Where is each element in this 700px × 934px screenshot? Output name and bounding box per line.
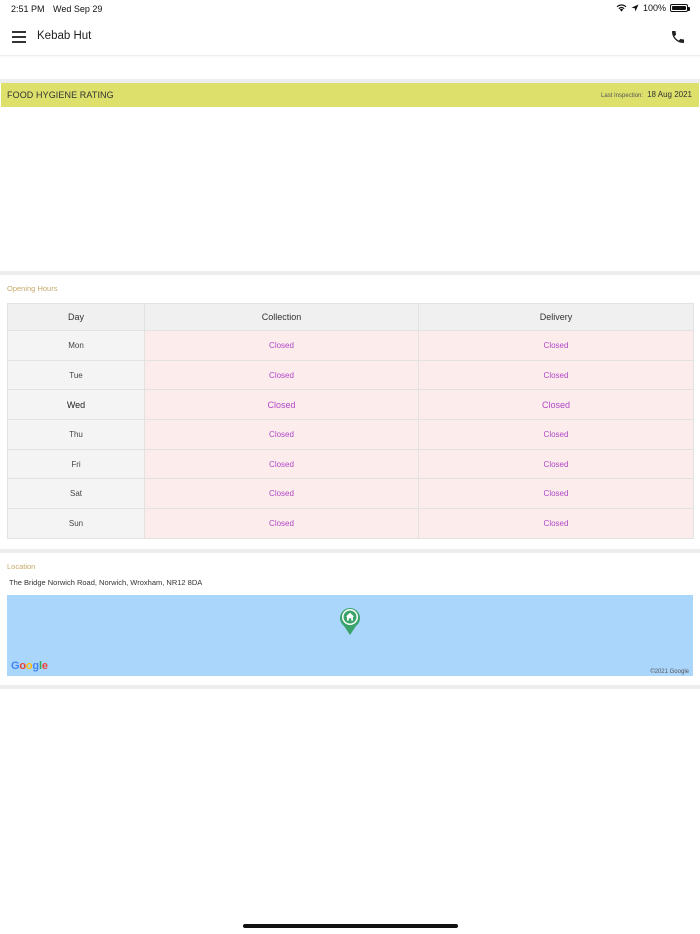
wifi-icon <box>616 4 627 12</box>
google-logo[interactable]: Google <box>11 660 48 672</box>
last-inspection-label: Last Inspection: <box>601 93 644 99</box>
battery-icon <box>670 4 690 12</box>
app-header: Kebab Hut <box>0 20 700 56</box>
day-cell: Thu <box>7 419 145 450</box>
delivery-cell: Closed <box>418 478 694 510</box>
table-row: Mon Closed Closed <box>7 330 694 361</box>
address-text: The Bridge Norwich Road, Norwich, Wroxha… <box>9 578 203 587</box>
collection-cell: Closed <box>144 419 419 450</box>
table-row: Wed Closed Closed <box>7 389 694 421</box>
home-indicator[interactable] <box>243 924 458 928</box>
day-cell: Sat <box>7 478 145 510</box>
collection-cell: Closed <box>144 330 419 361</box>
phone-icon[interactable] <box>670 29 686 45</box>
day-cell: Wed <box>7 389 145 421</box>
delivery-cell: Closed <box>418 419 694 450</box>
status-date: Wed Sep 29 <box>53 4 103 14</box>
delivery-cell: Closed <box>418 448 694 480</box>
table-row: Fri Closed Closed <box>7 448 694 480</box>
hygiene-title: FOOD HYGIENE RATING <box>7 90 114 100</box>
collection-cell: Closed <box>144 508 419 539</box>
day-cell: Mon <box>7 330 145 361</box>
location-arrow-icon <box>631 4 639 12</box>
opening-hours-table: Day Collection Delivery Mon Closed Close… <box>7 303 694 539</box>
collection-cell: Closed <box>144 389 419 421</box>
page-title: Kebab Hut <box>37 30 92 42</box>
location-label: Location <box>7 562 36 571</box>
table-row: Sat Closed Closed <box>7 478 694 510</box>
hamburger-menu-icon[interactable] <box>12 31 26 43</box>
map-copyright: ©2021 Google <box>650 669 689 675</box>
home-map-pin-icon[interactable] <box>339 606 361 636</box>
section-divider <box>0 271 700 275</box>
last-inspection: Last Inspection: 18 Aug 2021 <box>601 90 692 99</box>
column-header-day: Day <box>7 303 145 331</box>
battery-percent: 100% <box>642 3 666 13</box>
day-cell: Tue <box>7 359 145 391</box>
collection-cell: Closed <box>144 359 419 391</box>
battery-fill <box>672 6 686 10</box>
section-divider <box>0 549 700 553</box>
table-row: Thu Closed Closed <box>7 419 694 450</box>
status-time: 2:51 PM <box>11 4 45 14</box>
delivery-cell: Closed <box>418 508 694 539</box>
table-row: Tue Closed Closed <box>7 359 694 391</box>
collection-cell: Closed <box>144 448 419 480</box>
hygiene-rating-bar: FOOD HYGIENE RATING Last Inspection: 18 A… <box>1 83 699 107</box>
table-header-row: Day Collection Delivery <box>7 303 694 331</box>
delivery-cell: Closed <box>418 389 694 421</box>
section-divider <box>0 685 700 689</box>
day-cell: Sun <box>7 508 145 539</box>
location-map[interactable]: Google ©2021 Google <box>7 595 693 676</box>
day-cell: Fri <box>7 448 145 480</box>
column-header-collection: Collection <box>144 303 419 331</box>
column-header-delivery: Delivery <box>418 303 694 331</box>
opening-hours-label: Opening Hours <box>7 284 58 293</box>
last-inspection-date: 18 Aug 2021 <box>647 90 692 99</box>
status-bar: 2:51 PM Wed Sep 29 100% <box>0 0 700 18</box>
table-row: Sun Closed Closed <box>7 508 694 539</box>
collection-cell: Closed <box>144 478 419 510</box>
delivery-cell: Closed <box>418 359 694 391</box>
delivery-cell: Closed <box>418 330 694 361</box>
